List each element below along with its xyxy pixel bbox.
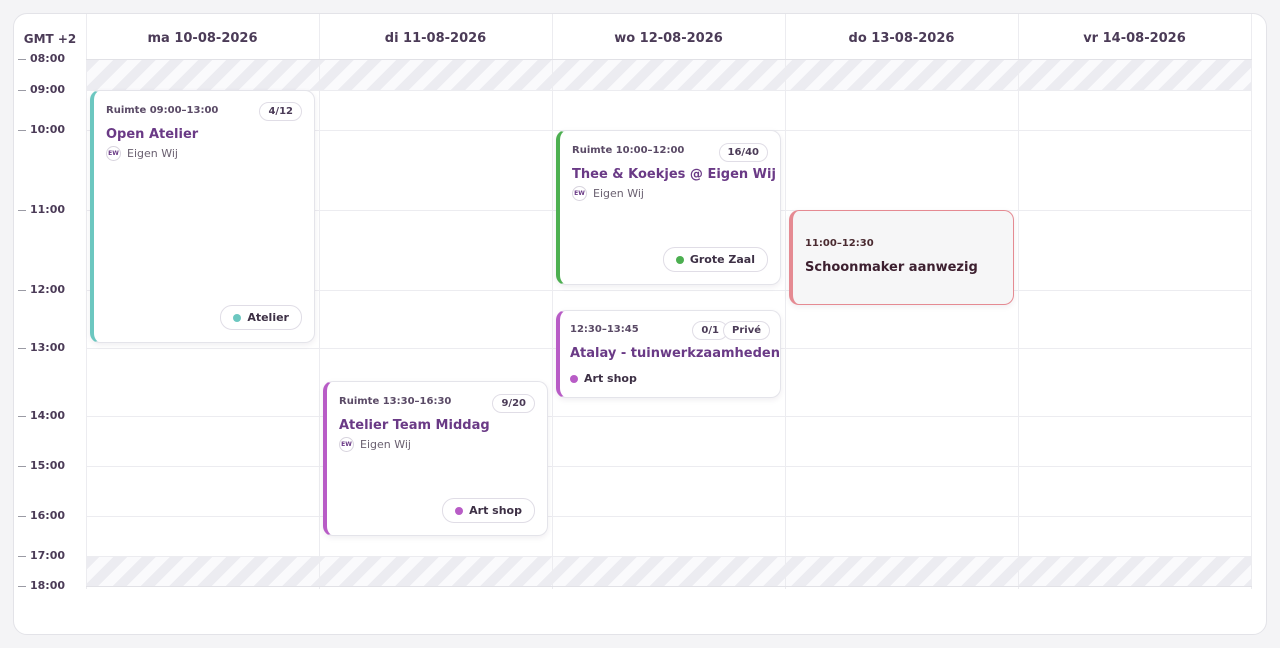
room-color-dot: [570, 374, 578, 383]
event-organizer: EW Eigen Wij: [572, 186, 644, 201]
event-card-open-atelier[interactable]: Ruimte 09:00–13:00 4/12 Open Atelier EW …: [90, 90, 315, 343]
grid-col-line: [1018, 14, 1019, 589]
event-title: Atalay - tuinwerkzaamheden: [570, 346, 780, 361]
private-badge: Privé: [723, 321, 770, 340]
room-color-dot: [675, 256, 684, 264]
unavailable-evening: [86, 556, 1252, 586]
hour-label: 15:00: [30, 459, 66, 472]
event-time: Ruimte 10:00–12:00: [572, 145, 685, 156]
event-time: Ruimte 13:30–16:30: [339, 396, 452, 407]
grid-row-line: [86, 466, 1252, 467]
event-organizer: EW Eigen Wij: [106, 146, 178, 161]
room-badge[interactable]: Art shop: [442, 498, 535, 523]
event-title: Schoonmaker aanwezig: [805, 260, 978, 275]
grid-row-line: [86, 59, 1252, 60]
unavailable-morning: [86, 59, 1252, 90]
organizer-name: Eigen Wij: [593, 187, 644, 200]
day-header-wed[interactable]: wo 12-08-2026: [552, 24, 785, 54]
room-label: Art shop: [570, 372, 637, 385]
hour-label: 09:00: [30, 83, 66, 96]
event-card-schoonmaker[interactable]: 11:00–12:30 Schoonmaker aanwezig: [789, 210, 1014, 305]
hour-label: 16:00: [30, 509, 66, 522]
capacity-badge: 4/12: [259, 102, 302, 121]
grid-col-line: [1251, 14, 1252, 589]
day-header-fri[interactable]: vr 14-08-2026: [1018, 24, 1251, 54]
week-calendar: GMT +2 ma 10-08-2026 di 11-08-2026 wo 12…: [13, 13, 1267, 635]
hour-label: 10:00: [30, 123, 66, 136]
hour-label: 17:00: [30, 549, 66, 562]
room-badge[interactable]: Atelier: [220, 305, 302, 330]
grid-row-line: [86, 556, 1252, 557]
organizer-avatar: EW: [106, 146, 121, 161]
grid-col-line: [552, 14, 553, 589]
organizer-avatar: EW: [572, 186, 587, 201]
grid-col-line: [785, 14, 786, 589]
event-time: 11:00–12:30: [805, 238, 874, 249]
event-card-atalay[interactable]: 12:30–13:45 0/1 Privé Atalay - tuinwerkz…: [556, 310, 781, 398]
organizer-name: Eigen Wij: [127, 147, 178, 160]
room-color-dot: [455, 507, 464, 515]
room-name: Art shop: [469, 504, 522, 517]
event-time: Ruimte 09:00–13:00: [106, 105, 219, 116]
hour-label: 08:00: [30, 52, 66, 65]
event-title: Thee & Koekjes @ Eigen Wij: [572, 167, 776, 182]
event-title: Open Atelier: [106, 127, 199, 142]
organizer-name: Eigen Wij: [360, 438, 411, 451]
day-header-mon[interactable]: ma 10-08-2026: [86, 24, 319, 54]
event-title: Atelier Team Middag: [339, 418, 490, 433]
day-header-thu[interactable]: do 13-08-2026: [785, 24, 1018, 54]
grid-row-line: [86, 586, 1252, 587]
event-time: 12:30–13:45: [570, 324, 639, 335]
grid-row-line: [86, 516, 1252, 517]
timezone-label: GMT +2: [23, 32, 77, 46]
capacity-badge: 16/40: [718, 143, 768, 162]
hour-label: 11:00: [30, 203, 66, 216]
room-badge[interactable]: Grote Zaal: [662, 247, 768, 272]
room-name: Grote Zaal: [689, 253, 755, 266]
event-organizer: EW Eigen Wij: [339, 437, 411, 452]
capacity-badge: 9/20: [492, 394, 535, 413]
grid-col-line: [86, 14, 87, 589]
event-card-atelier-team-middag[interactable]: Ruimte 13:30–16:30 9/20 Atelier Team Mid…: [323, 381, 548, 536]
hour-label: 14:00: [30, 409, 66, 422]
organizer-avatar: EW: [339, 437, 354, 452]
day-header-tue[interactable]: di 11-08-2026: [319, 24, 552, 54]
grid-col-line: [319, 14, 320, 589]
hour-label: 18:00: [30, 579, 66, 592]
room-name: Atelier: [247, 311, 289, 324]
room-color-dot: [233, 314, 242, 322]
hour-label: 12:00: [30, 283, 66, 296]
room-name: Art shop: [584, 372, 637, 385]
grid-row-line: [86, 416, 1252, 417]
event-card-thee-koekjes[interactable]: Ruimte 10:00–12:00 16/40 Thee & Koekjes …: [556, 130, 781, 285]
hour-label: 13:00: [30, 341, 66, 354]
